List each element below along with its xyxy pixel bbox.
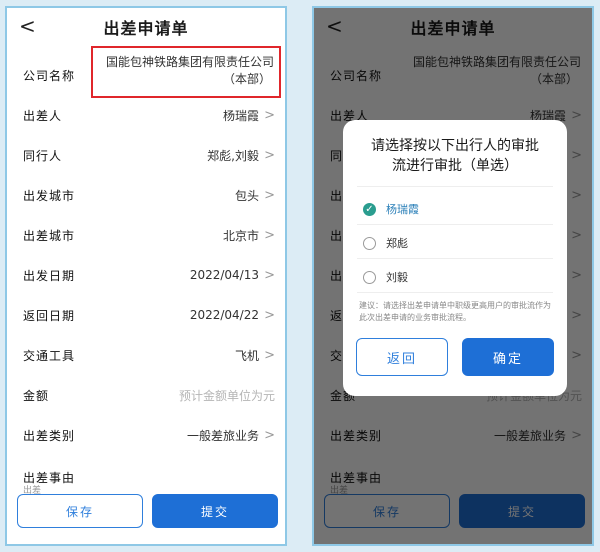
field-value: 一般差旅业务 xyxy=(186,428,259,443)
field-companions[interactable]: 同行人 郑彪,刘毅 > xyxy=(7,144,285,166)
field-value: 北京市 xyxy=(222,228,259,243)
field-trip-type[interactable]: 出差类别 一般差旅业务 > xyxy=(7,424,285,446)
option-item[interactable]: 郑彪 xyxy=(363,234,408,252)
form-screen-left: < 出差申请单 公司名称 国能包神铁路集团有限责任公司 （本部） 出差人 杨瑞霞… xyxy=(5,6,287,546)
chevron-right-icon: > xyxy=(264,107,275,123)
field-amount[interactable]: 金额 预计金额单位为元 xyxy=(7,384,285,406)
option-label: 杨瑞霞 xyxy=(386,203,419,216)
chevron-right-icon: > xyxy=(264,307,275,323)
field-label: 出差城市 xyxy=(23,228,76,243)
option-label: 刘毅 xyxy=(386,271,408,284)
chevron-right-icon: > xyxy=(264,347,275,363)
confirm-button[interactable]: 确定 xyxy=(462,338,554,376)
option-item[interactable]: ✓ 杨瑞霞 xyxy=(363,200,419,218)
field-label: 出差类别 xyxy=(23,428,76,443)
field-value: 杨瑞霞 xyxy=(222,108,259,123)
page-title: 出差申请单 xyxy=(103,19,189,38)
check-icon[interactable]: ✓ xyxy=(363,202,376,216)
field-label: 返回日期 xyxy=(23,308,76,323)
option-item[interactable]: 刘毅 xyxy=(363,268,408,286)
highlight-box xyxy=(91,46,281,98)
dialog-note: 建议：请选择出差申请单中职级更高用户的审批流作为此次出差申请的业务审批流程。 xyxy=(359,301,551,322)
field-label: 出差人 xyxy=(23,108,63,123)
field-value: 飞机 xyxy=(234,348,259,363)
field-label: 金额 xyxy=(23,388,50,403)
approval-dialog: 请选择按以下出行人的审批流进行审批（单选） ✓ 杨瑞霞 郑彪 刘毅 建议：请选择… xyxy=(343,120,567,396)
field-departure-date[interactable]: 出发日期 2022/04/13 > xyxy=(7,264,285,286)
field-return-date[interactable]: 返回日期 2022/04/22 > xyxy=(7,304,285,326)
divider xyxy=(357,186,553,187)
field-departure-city[interactable]: 出发城市 包头 > xyxy=(7,184,285,206)
chevron-right-icon: > xyxy=(264,267,275,283)
divider xyxy=(357,292,553,293)
divider xyxy=(357,224,553,225)
header: < 出差申请单 xyxy=(7,8,285,46)
back-button[interactable]: 返回 xyxy=(356,338,448,376)
field-value: 2022/04/22 xyxy=(189,308,259,322)
divider xyxy=(357,258,553,259)
field-value: 2022/04/13 xyxy=(189,268,259,282)
field-transport[interactable]: 交通工具 飞机 > xyxy=(7,344,285,366)
chevron-right-icon: > xyxy=(264,187,275,203)
radio-icon[interactable] xyxy=(363,236,376,250)
field-traveler[interactable]: 出差人 杨瑞霞 > xyxy=(7,104,285,126)
amount-input[interactable]: 预计金额单位为元 xyxy=(113,387,275,404)
back-icon[interactable]: < xyxy=(19,14,36,38)
field-value: 包头 xyxy=(234,188,259,203)
field-value: 郑彪,刘毅 xyxy=(207,148,259,163)
chevron-right-icon: > xyxy=(264,147,275,163)
footer: 保存 提交 xyxy=(7,494,285,534)
radio-icon[interactable] xyxy=(363,270,376,284)
submit-button[interactable]: 提交 xyxy=(152,494,278,528)
form-screen-right: < 出差申请单 公司名称 国能包神铁路集团有限责任公司 （本部） 出差人 杨瑞霞… xyxy=(312,6,594,546)
field-label: 出发城市 xyxy=(23,188,76,203)
save-button[interactable]: 保存 xyxy=(17,494,143,528)
dialog-title: 请选择按以下出行人的审批流进行审批（单选） xyxy=(371,138,539,174)
field-label: 同行人 xyxy=(23,148,63,163)
chevron-right-icon: > xyxy=(264,227,275,243)
chevron-right-icon: > xyxy=(264,427,275,443)
option-label: 郑彪 xyxy=(386,237,408,250)
field-label: 出发日期 xyxy=(23,268,76,283)
field-label: 交通工具 xyxy=(23,348,76,363)
field-reason[interactable]: 出差事由 xyxy=(7,466,285,488)
field-destination-city[interactable]: 出差城市 北京市 > xyxy=(7,224,285,246)
